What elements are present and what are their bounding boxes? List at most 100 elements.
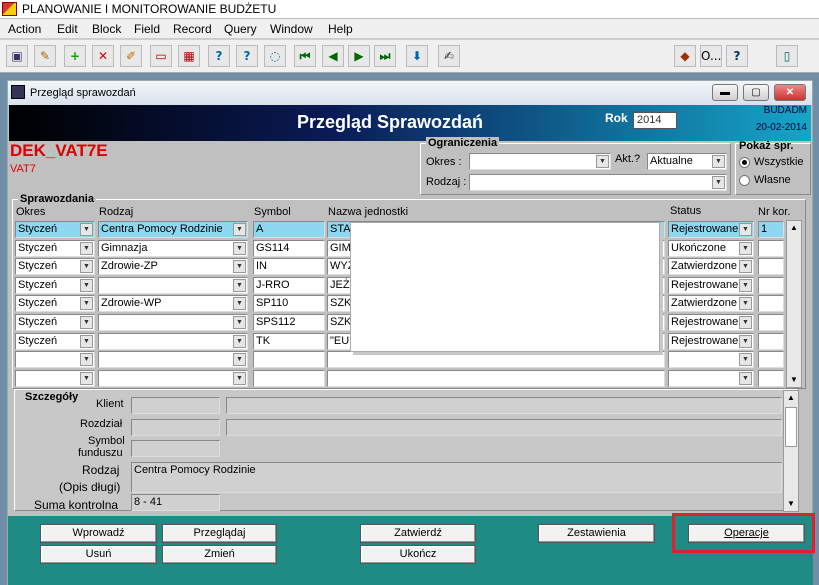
menu-window[interactable]: Window (270, 22, 313, 36)
cell-nrkor[interactable] (758, 351, 784, 368)
okres-filter-select[interactable]: ▼ (469, 153, 611, 170)
chevron-down-icon[interactable]: ▼ (233, 372, 246, 385)
chevron-down-icon[interactable]: ▼ (739, 242, 752, 255)
rozdzial-name-field[interactable] (226, 419, 782, 436)
cell-okres[interactable]: Styczeń ▼ (15, 258, 95, 275)
cell-symbol[interactable]: TK (253, 333, 325, 350)
clear-form-icon[interactable]: ▦ (178, 45, 200, 67)
chevron-down-icon[interactable]: ▼ (233, 279, 246, 292)
cell-status[interactable]: ▼ (668, 351, 754, 368)
close-button[interactable]: ✕ (774, 84, 806, 101)
help-icon[interactable]: ? (726, 45, 748, 67)
przegladaj-button[interactable]: Przeglądaj (162, 524, 277, 543)
cell-symbol[interactable]: IN (253, 258, 325, 275)
chevron-down-icon[interactable]: ▼ (712, 176, 725, 189)
chevron-down-icon[interactable]: ▼ (80, 297, 93, 310)
cell-status[interactable]: Zatwierdzone ▼ (668, 258, 754, 275)
cell-symbol[interactable] (253, 351, 325, 368)
cell-symbol[interactable]: SPS112 (253, 314, 325, 331)
exit-icon[interactable]: ✎ (34, 45, 56, 67)
cell-symbol[interactable]: GS114 (253, 240, 325, 257)
chevron-down-icon[interactable]: ▼ (233, 297, 246, 310)
rodzaj-filter-select[interactable]: ▼ (469, 174, 727, 191)
akt-filter-select[interactable]: Aktualne ▼ (647, 153, 727, 170)
cell-rodzaj[interactable]: ▼ (98, 351, 248, 368)
cell-nrkor[interactable]: 1 (758, 221, 784, 238)
chevron-down-icon[interactable]: ▼ (80, 223, 93, 236)
zatwierdz-button[interactable]: Zatwierdź (360, 524, 476, 543)
chevron-down-icon[interactable]: ▼ (739, 335, 752, 348)
cell-rodzaj[interactable]: Gimnazja ▼ (98, 240, 248, 257)
scroll-thumb[interactable] (785, 407, 797, 447)
cell-okres[interactable]: ▼ (15, 370, 95, 387)
cell-okres[interactable]: Styczeń ▼ (15, 333, 95, 350)
settings-icon[interactable]: ◆ (674, 45, 696, 67)
maximize-button[interactable]: ▢ (743, 84, 769, 101)
suma-field[interactable]: 8 - 41 (131, 494, 220, 511)
menu-action[interactable]: Action (8, 22, 41, 36)
chevron-down-icon[interactable]: ▼ (80, 335, 93, 348)
cell-okres[interactable]: Styczeń ▼ (15, 221, 95, 238)
cell-rodzaj[interactable]: Zdrowie-ZP ▼ (98, 258, 248, 275)
cell-rodzaj[interactable]: ▼ (98, 370, 248, 387)
details-scrollbar[interactable]: ▲ ▼ (783, 390, 799, 512)
cell-nrkor[interactable] (758, 240, 784, 257)
first-record-icon[interactable]: ⏮ (294, 45, 316, 67)
cell-nazwa[interactable] (327, 351, 665, 368)
cancel-query-icon[interactable]: ◌ (264, 45, 286, 67)
chevron-down-icon[interactable]: ▼ (233, 335, 246, 348)
cell-status[interactable]: Ukończone ▼ (668, 240, 754, 257)
execute-query-icon[interactable]: ? (236, 45, 258, 67)
cell-nazwa[interactable] (327, 370, 665, 387)
table-scrollbar[interactable]: ▲ ▼ (786, 220, 802, 388)
cell-okres[interactable]: ▼ (15, 351, 95, 368)
usun-button[interactable]: Usuń (40, 545, 157, 564)
chevron-down-icon[interactable]: ▼ (739, 279, 752, 292)
cell-rodzaj[interactable]: ▼ (98, 333, 248, 350)
scroll-down-icon[interactable]: ▼ (784, 497, 798, 511)
edit-document-icon[interactable]: ✍ (438, 45, 460, 67)
symbol-funduszu-field[interactable] (131, 440, 220, 457)
rodzaj-long-field[interactable]: Centra Pomocy Rodzinie (131, 462, 782, 493)
radio-wszystkie[interactable] (739, 157, 750, 168)
cell-nrkor[interactable] (758, 258, 784, 275)
cell-status[interactable]: Rejestrowane ▼ (668, 333, 754, 350)
menu-edit[interactable]: Edit (57, 22, 78, 36)
cell-rodzaj[interactable]: Zdrowie-WP ▼ (98, 295, 248, 312)
menu-help[interactable]: Help (328, 22, 353, 36)
cell-okres[interactable]: Styczeń ▼ (15, 314, 95, 331)
chevron-down-icon[interactable]: ▼ (233, 353, 246, 366)
cell-okres[interactable]: Styczeń ▼ (15, 277, 95, 294)
chevron-down-icon[interactable]: ▼ (739, 353, 752, 366)
scroll-down-icon[interactable]: ▼ (787, 373, 801, 387)
menu-query[interactable]: Query (224, 22, 257, 36)
cell-rodzaj[interactable]: ▼ (98, 314, 248, 331)
scroll-up-icon[interactable]: ▲ (787, 221, 801, 235)
chevron-down-icon[interactable]: ▼ (739, 260, 752, 273)
chevron-down-icon[interactable]: ▼ (80, 372, 93, 385)
cell-nrkor[interactable] (758, 295, 784, 312)
cell-status[interactable]: Rejestrowane ▼ (668, 221, 754, 238)
o-button[interactable]: O... (700, 45, 722, 67)
chevron-down-icon[interactable]: ▼ (80, 242, 93, 255)
cell-okres[interactable]: Styczeń ▼ (15, 295, 95, 312)
chevron-down-icon[interactable]: ▼ (712, 155, 725, 168)
chevron-down-icon[interactable]: ▼ (80, 260, 93, 273)
cell-status[interactable]: Rejestrowane ▼ (668, 314, 754, 331)
cell-nrkor[interactable] (758, 370, 784, 387)
cell-nrkor[interactable] (758, 314, 784, 331)
cell-symbol[interactable]: SP110 (253, 295, 325, 312)
previous-record-icon[interactable]: ◀ (322, 45, 344, 67)
clear-record-icon[interactable]: ✐ (120, 45, 142, 67)
chevron-down-icon[interactable]: ▼ (80, 279, 93, 292)
enter-query-icon[interactable]: ? (208, 45, 230, 67)
next-record-icon[interactable]: ▶ (348, 45, 370, 67)
radio-wlasne[interactable] (739, 175, 750, 186)
cell-rodzaj[interactable]: Centra Pomocy Rodzinie ▼ (98, 221, 248, 238)
ukoncz-button[interactable]: Ukończ (360, 545, 476, 564)
cell-symbol[interactable] (253, 370, 325, 387)
rozdzial-field[interactable] (131, 419, 220, 436)
save-icon[interactable]: ▣ (6, 45, 28, 67)
klient-name-field[interactable] (226, 397, 782, 414)
cell-status[interactable]: Rejestrowane ▼ (668, 277, 754, 294)
